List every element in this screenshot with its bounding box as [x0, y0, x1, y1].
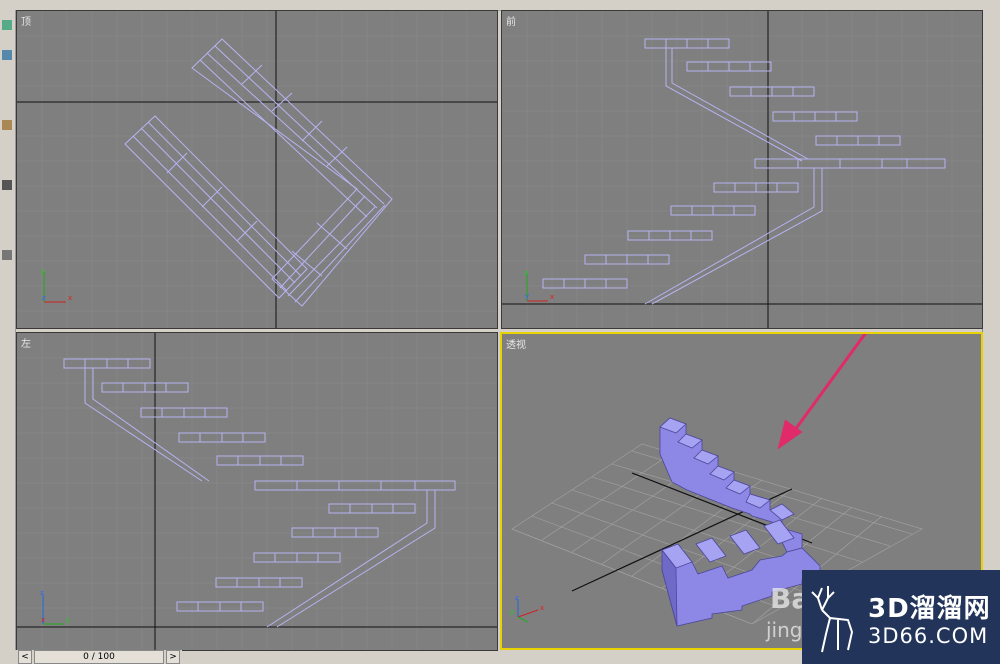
rotate-icon[interactable] [2, 120, 12, 130]
viewport-label: 顶 [21, 17, 31, 28]
viewport-label: 透视 [506, 340, 526, 351]
viewport-label: 前 [506, 17, 516, 28]
link-icon[interactable] [2, 250, 12, 260]
prev-frame-button[interactable]: < [18, 650, 32, 664]
frame-counter[interactable]: 0 / 100 [34, 650, 164, 664]
baidu-watermark-sub: jing [766, 618, 803, 642]
site-brand-url: 3D66.COM [868, 624, 989, 648]
axis-z-label: z [42, 294, 46, 302]
viewport-front[interactable]: 前 z x y [501, 10, 983, 329]
annotation-arrow [777, 334, 867, 450]
site-brand-cn: 3D溜溜网 [868, 594, 991, 624]
axis-x-label: x [68, 294, 72, 302]
axis-y-label: y [525, 292, 529, 300]
top-wireframe: y x z [17, 11, 497, 328]
axis-y-label: y [66, 616, 70, 624]
deer-logo-icon [811, 586, 854, 653]
axis-z-label: z [524, 269, 528, 277]
select-icon[interactable] [2, 20, 12, 30]
axis-x-label: x [41, 616, 45, 624]
tool-strip [0, 10, 16, 650]
time-slider[interactable]: < 0 / 100 > [16, 650, 182, 664]
axis-z-label: z [40, 589, 44, 597]
scale-icon[interactable] [2, 180, 12, 190]
move-icon[interactable] [2, 50, 12, 60]
viewport-top[interactable]: 顶 y x z [16, 10, 498, 329]
axis-x-label: x [540, 604, 544, 612]
axis-y-label: y [41, 267, 45, 275]
axis-z-label: z [515, 594, 519, 602]
viewport-left[interactable]: 左 z y x [16, 332, 498, 651]
left-wireframe: z y x [17, 333, 497, 650]
front-wireframe: z x y [502, 11, 982, 328]
next-frame-button[interactable]: > [166, 650, 180, 664]
site-watermark: 3D溜溜网 3D66.COM [802, 570, 1000, 664]
viewport-label: 左 [21, 339, 31, 350]
axis-y-label: y [510, 608, 514, 616]
command-panel[interactable] [982, 10, 1000, 664]
axis-x-label: x [550, 293, 554, 301]
